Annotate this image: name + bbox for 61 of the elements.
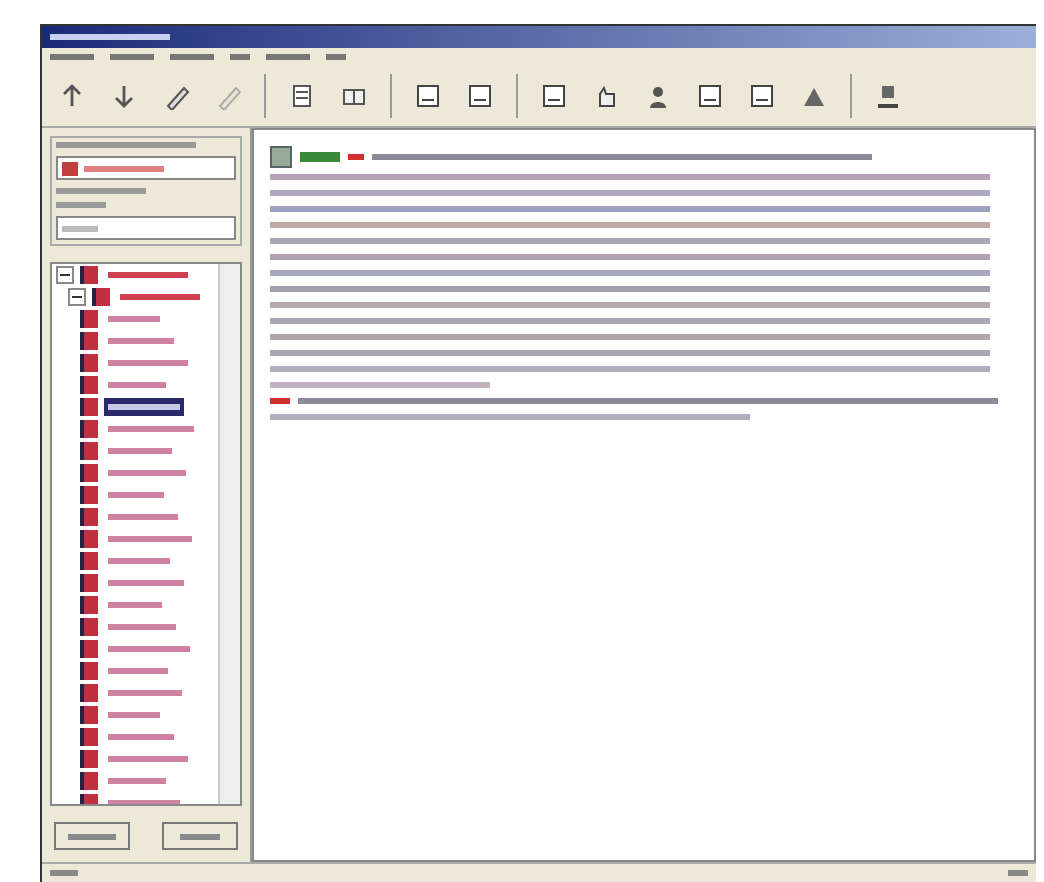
blurred-text [56, 142, 196, 148]
blurred-text [300, 151, 340, 161]
blurred-text [110, 54, 154, 60]
blurred-text [84, 165, 164, 171]
blurred-text [120, 294, 200, 300]
blurred-text [108, 580, 184, 586]
document-icon [288, 82, 316, 110]
blurred-text [108, 470, 186, 476]
scrollbar[interactable] [218, 264, 240, 804]
blurred-text [56, 188, 146, 194]
blurred-text [108, 756, 188, 762]
blurred-text [270, 398, 290, 404]
blurred-text [108, 492, 164, 498]
pen-icon [162, 82, 190, 110]
blurred-text [50, 54, 94, 60]
blurred-text [180, 833, 220, 839]
blurred-text [108, 272, 188, 278]
blurred-text [348, 153, 364, 159]
blurred-text [62, 225, 98, 231]
blurred-text [230, 54, 250, 60]
blurred-text [266, 54, 310, 60]
blurred-text [50, 34, 170, 40]
page-icon [466, 82, 494, 110]
blurred-text [1008, 870, 1028, 876]
blurred-text [108, 712, 160, 718]
minus-icon[interactable] [68, 288, 86, 306]
arrow-down-icon [110, 82, 138, 110]
blurred-text [108, 668, 168, 674]
page-icon [696, 82, 724, 110]
blurred-text [108, 778, 166, 784]
blurred-text [108, 382, 166, 388]
blurred-text [108, 448, 172, 454]
page-icon [414, 82, 442, 110]
blurred-text [108, 624, 176, 630]
arrow-up-icon [58, 82, 86, 110]
blurred-text [108, 404, 180, 410]
blurred-text [56, 202, 106, 208]
language-dropdown[interactable] [56, 156, 236, 180]
blurred-text [108, 558, 170, 564]
minus-icon[interactable] [56, 266, 74, 284]
blurred-text [108, 514, 178, 520]
dialog-button[interactable] [54, 822, 130, 850]
blurred-text [108, 360, 188, 366]
search-field[interactable] [56, 216, 236, 240]
blurred-text [108, 426, 194, 432]
blurred-text [108, 316, 160, 322]
blurred-text [108, 536, 192, 542]
dialog-button[interactable] [162, 822, 238, 850]
blurred-text [326, 54, 346, 60]
blurred-text [108, 690, 182, 696]
blurred-text [170, 54, 214, 60]
blurred-text [68, 833, 116, 839]
person-icon [644, 82, 672, 110]
blurred-text [50, 870, 78, 876]
blurred-text [108, 602, 162, 608]
pen-icon [214, 82, 242, 110]
page-icon [748, 82, 776, 110]
blurred-text [108, 646, 190, 652]
blurred-text [108, 734, 174, 740]
blurred-text [108, 338, 174, 344]
page-icon [540, 82, 568, 110]
